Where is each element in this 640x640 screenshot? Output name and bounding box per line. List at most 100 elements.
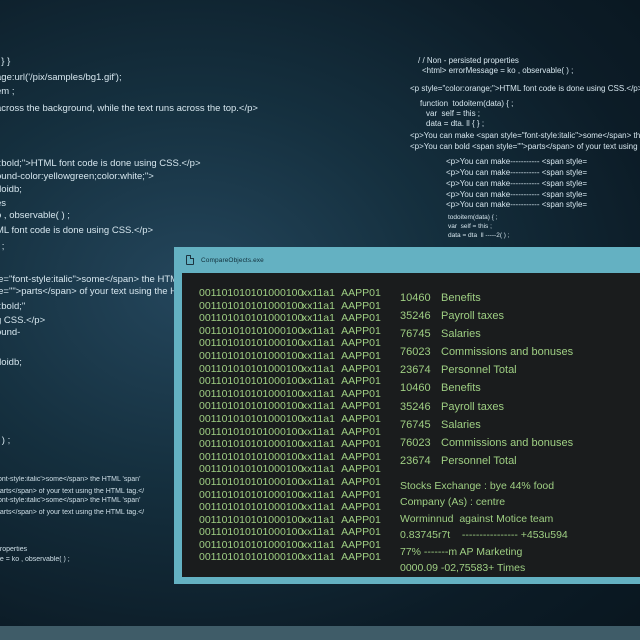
item-label: Commissions and bonuses [441, 346, 574, 359]
binary-code: 001101010101000100 [199, 362, 304, 375]
binary-code: 001101010101000100 [199, 513, 304, 526]
binary-id: AAPP01 [341, 412, 381, 425]
binary-id: AAPP01 [341, 538, 381, 551]
binary-row: 001101010101000100 xx11a1 AAPP01 [199, 413, 381, 426]
binary-row: 001101010101000100 xx11a1 AAPP01 [199, 312, 381, 325]
binary-row: 001101010101000100 xx11a1 AAPP01 [199, 400, 381, 413]
window-titlebar[interactable]: CompareObjects.exe [174, 247, 640, 273]
items-list: 10460 Benefits 35246 Payroll taxes 76745 Sala… [400, 289, 573, 470]
binary-code: 001101010101000100 [199, 324, 304, 337]
binary-tag: xx11a1 [301, 501, 335, 514]
binary-row: 001101010101000100 xx11a1 AAPP01 [199, 325, 381, 338]
background-code-line: o , observable( ) ; [0, 210, 70, 221]
note-line: Company (As) : centre [400, 496, 506, 509]
binary-tag: xx11a1 [301, 387, 335, 400]
item-label: Benefits [441, 382, 481, 395]
item-number: 23674 [400, 364, 431, 377]
background-code-line: font-style:italic'>some</span> the HTML … [0, 476, 141, 483]
binary-tag: xx11a1 [301, 400, 335, 413]
background-code-line: doidb; [0, 184, 22, 195]
binary-id: AAPP01 [341, 287, 381, 299]
binary-tag: xx11a1 [301, 450, 335, 463]
note-line: 77% -------m AP Marketing [400, 545, 523, 558]
binary-code: 001101010101000100 [199, 375, 304, 388]
binary-id: AAPP01 [341, 513, 381, 526]
binary-tag: xx11a1 [301, 538, 335, 551]
background-code-line: data = dta. ll { } ; [426, 119, 485, 128]
binary-code: 001101010101000100 [199, 337, 304, 350]
binary-row: 001101010101000100 xx11a1 AAPP01 [199, 489, 381, 502]
binary-id: AAPP01 [341, 362, 381, 375]
item-label: Payroll taxes [441, 310, 504, 323]
item-number: 35246 [400, 310, 431, 323]
binary-code: 001101010101000100 [199, 450, 304, 463]
binary-id: AAPP01 [341, 387, 381, 400]
background-code-line: var self = this ; [448, 223, 492, 230]
binary-row: 001101010101000100 xx11a1 AAPP01 [199, 451, 381, 464]
binary-row: 001101010101000100 xx11a1 AAPP01 [199, 300, 381, 313]
list-item: 76745 Salaries [400, 325, 573, 343]
list-item: 76023 Commissions and bonuses [400, 343, 573, 361]
background-code-line: <p>You can bold <span style="">parts</sp… [410, 142, 638, 151]
window-title: CompareObjects.exe [201, 256, 264, 264]
note-line: Worminnud against Motice team [400, 512, 554, 525]
item-number: 76023 [400, 436, 431, 449]
item-label: Salaries [441, 328, 481, 341]
binary-code: 001101010101000100 [199, 463, 304, 476]
binary-row: 001101010101000100 xx11a1 AAPP01 [199, 501, 381, 514]
binary-code: 001101010101000100 [199, 425, 304, 438]
background-code-line: across the background, while the text ru… [0, 103, 258, 114]
binary-tag: xx11a1 [301, 287, 335, 299]
binary-tag: xx11a1 [301, 526, 335, 539]
note-line: Stocks Exchange : bye 44% food [400, 480, 555, 492]
background-code-line: ound- [0, 327, 21, 338]
background-code-line: <p>You can make----------- <span style= [446, 190, 588, 199]
note-line: 0000.09 -02,75583+ Times [400, 561, 526, 574]
binary-id: AAPP01 [341, 501, 381, 514]
binary-tag: xx11a1 [301, 463, 335, 476]
background-code-line: { ; [1, 241, 5, 252]
binary-tag: xx11a1 [301, 551, 335, 564]
binary-id: AAPP01 [341, 475, 381, 488]
background-code-line: ( ) ; [1, 435, 11, 446]
binary-code: 001101010101000100 [199, 349, 304, 362]
binary-row: 001101010101000100 xx11a1 AAPP01 [199, 438, 381, 451]
binary-code: 001101010101000100 [199, 287, 304, 299]
binary-tag: xx11a1 [301, 349, 335, 362]
binary-row: 001101010101000100 xx11a1 AAPP01 [199, 287, 381, 300]
binary-code: 001101010101000100 [199, 526, 304, 539]
list-item: 23674 Personnel Total [400, 452, 573, 470]
binary-id: AAPP01 [341, 425, 381, 438]
item-label: Salaries [441, 418, 481, 431]
binary-row: 001101010101000100 xx11a1 AAPP01 [199, 463, 381, 476]
binary-code: 001101010101000100 [199, 400, 304, 413]
binary-tag: xx11a1 [301, 475, 335, 488]
note-line: 0.83745r7t ---------------- +453u594 [400, 529, 568, 542]
binary-tag: xx11a1 [301, 425, 335, 438]
binary-id: AAPP01 [341, 375, 381, 388]
background-code-line: <p>You can make----------- <span style= [446, 179, 588, 188]
binary-tag: xx11a1 [301, 324, 335, 337]
list-item: 76745 Salaries [400, 416, 573, 434]
binary-id: AAPP01 [341, 324, 381, 337]
item-number: 10460 [400, 382, 431, 395]
background-code-line: ge = ko , observable( ) ; [0, 556, 70, 563]
item-label: Payroll taxes [441, 400, 504, 413]
background-code-line: var self = this ; [426, 109, 481, 118]
binary-row: 001101010101000100 xx11a1 AAPP01 [199, 375, 381, 388]
binary-tag: xx11a1 [301, 412, 335, 425]
item-number: 23674 [400, 454, 431, 467]
item-label: Commissions and bonuses [441, 436, 574, 449]
binary-row: 001101010101000100 xx11a1 AAPP01 [199, 539, 381, 552]
binary-tag: xx11a1 [301, 299, 335, 312]
bottom-stripe [0, 626, 640, 640]
binary-id: AAPP01 [341, 438, 381, 451]
item-label: Personnel Total [441, 454, 517, 467]
item-label: Personnel Total [441, 364, 517, 377]
background-code-line: } } [1, 56, 11, 67]
item-number: 10460 [400, 292, 431, 304]
list-item: 76023 Commissions and bonuses [400, 434, 573, 452]
binary-tag: xx11a1 [301, 337, 335, 350]
binary-code: 001101010101000100 [199, 412, 304, 425]
binary-row: 001101010101000100 xx11a1 AAPP01 [199, 551, 381, 564]
